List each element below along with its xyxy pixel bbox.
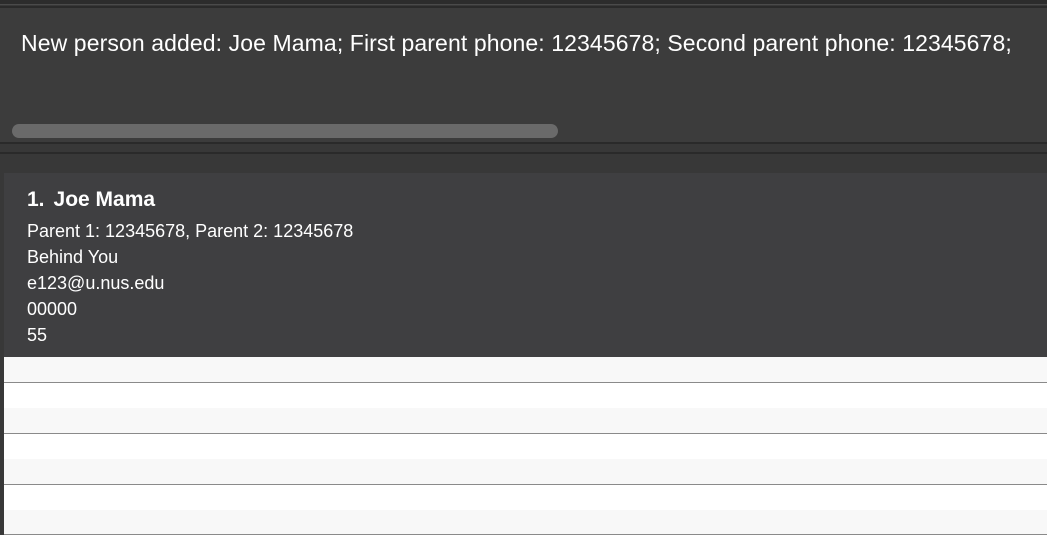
panel-divider-line — [0, 152, 1047, 154]
person-card-title: 1. Joe Mama — [27, 188, 155, 212]
person-field-5: 55 — [27, 325, 48, 345]
person-name: Joe Mama — [53, 188, 156, 211]
result-display[interactable]: New person added: Joe Mama; First parent… — [0, 6, 1047, 144]
empty-row — [4, 485, 1047, 510]
empty-row — [4, 357, 1047, 382]
person-address: Behind You — [27, 247, 119, 267]
result-message: New person added: Joe Mama; First parent… — [21, 30, 1012, 56]
person-field-4: 00000 — [27, 299, 78, 319]
empty-list-rows — [4, 357, 1047, 535]
empty-row — [4, 459, 1047, 484]
person-parent-phones: Parent 1: 12345678, Parent 2: 12345678 — [27, 221, 354, 241]
result-horizontal-scrollbar[interactable] — [12, 124, 558, 138]
empty-row — [4, 510, 1047, 535]
empty-row — [4, 383, 1047, 408]
person-email: e123@u.nus.edu — [27, 273, 165, 293]
app-window: New person added: Joe Mama; First parent… — [0, 0, 1047, 535]
empty-row — [4, 408, 1047, 433]
person-card[interactable]: 1. Joe Mama Parent 1: 12345678, Parent 2:… — [4, 173, 1047, 357]
empty-row — [4, 434, 1047, 459]
command-box-edge — [0, 0, 1047, 5]
person-index: 1. — [27, 188, 45, 211]
